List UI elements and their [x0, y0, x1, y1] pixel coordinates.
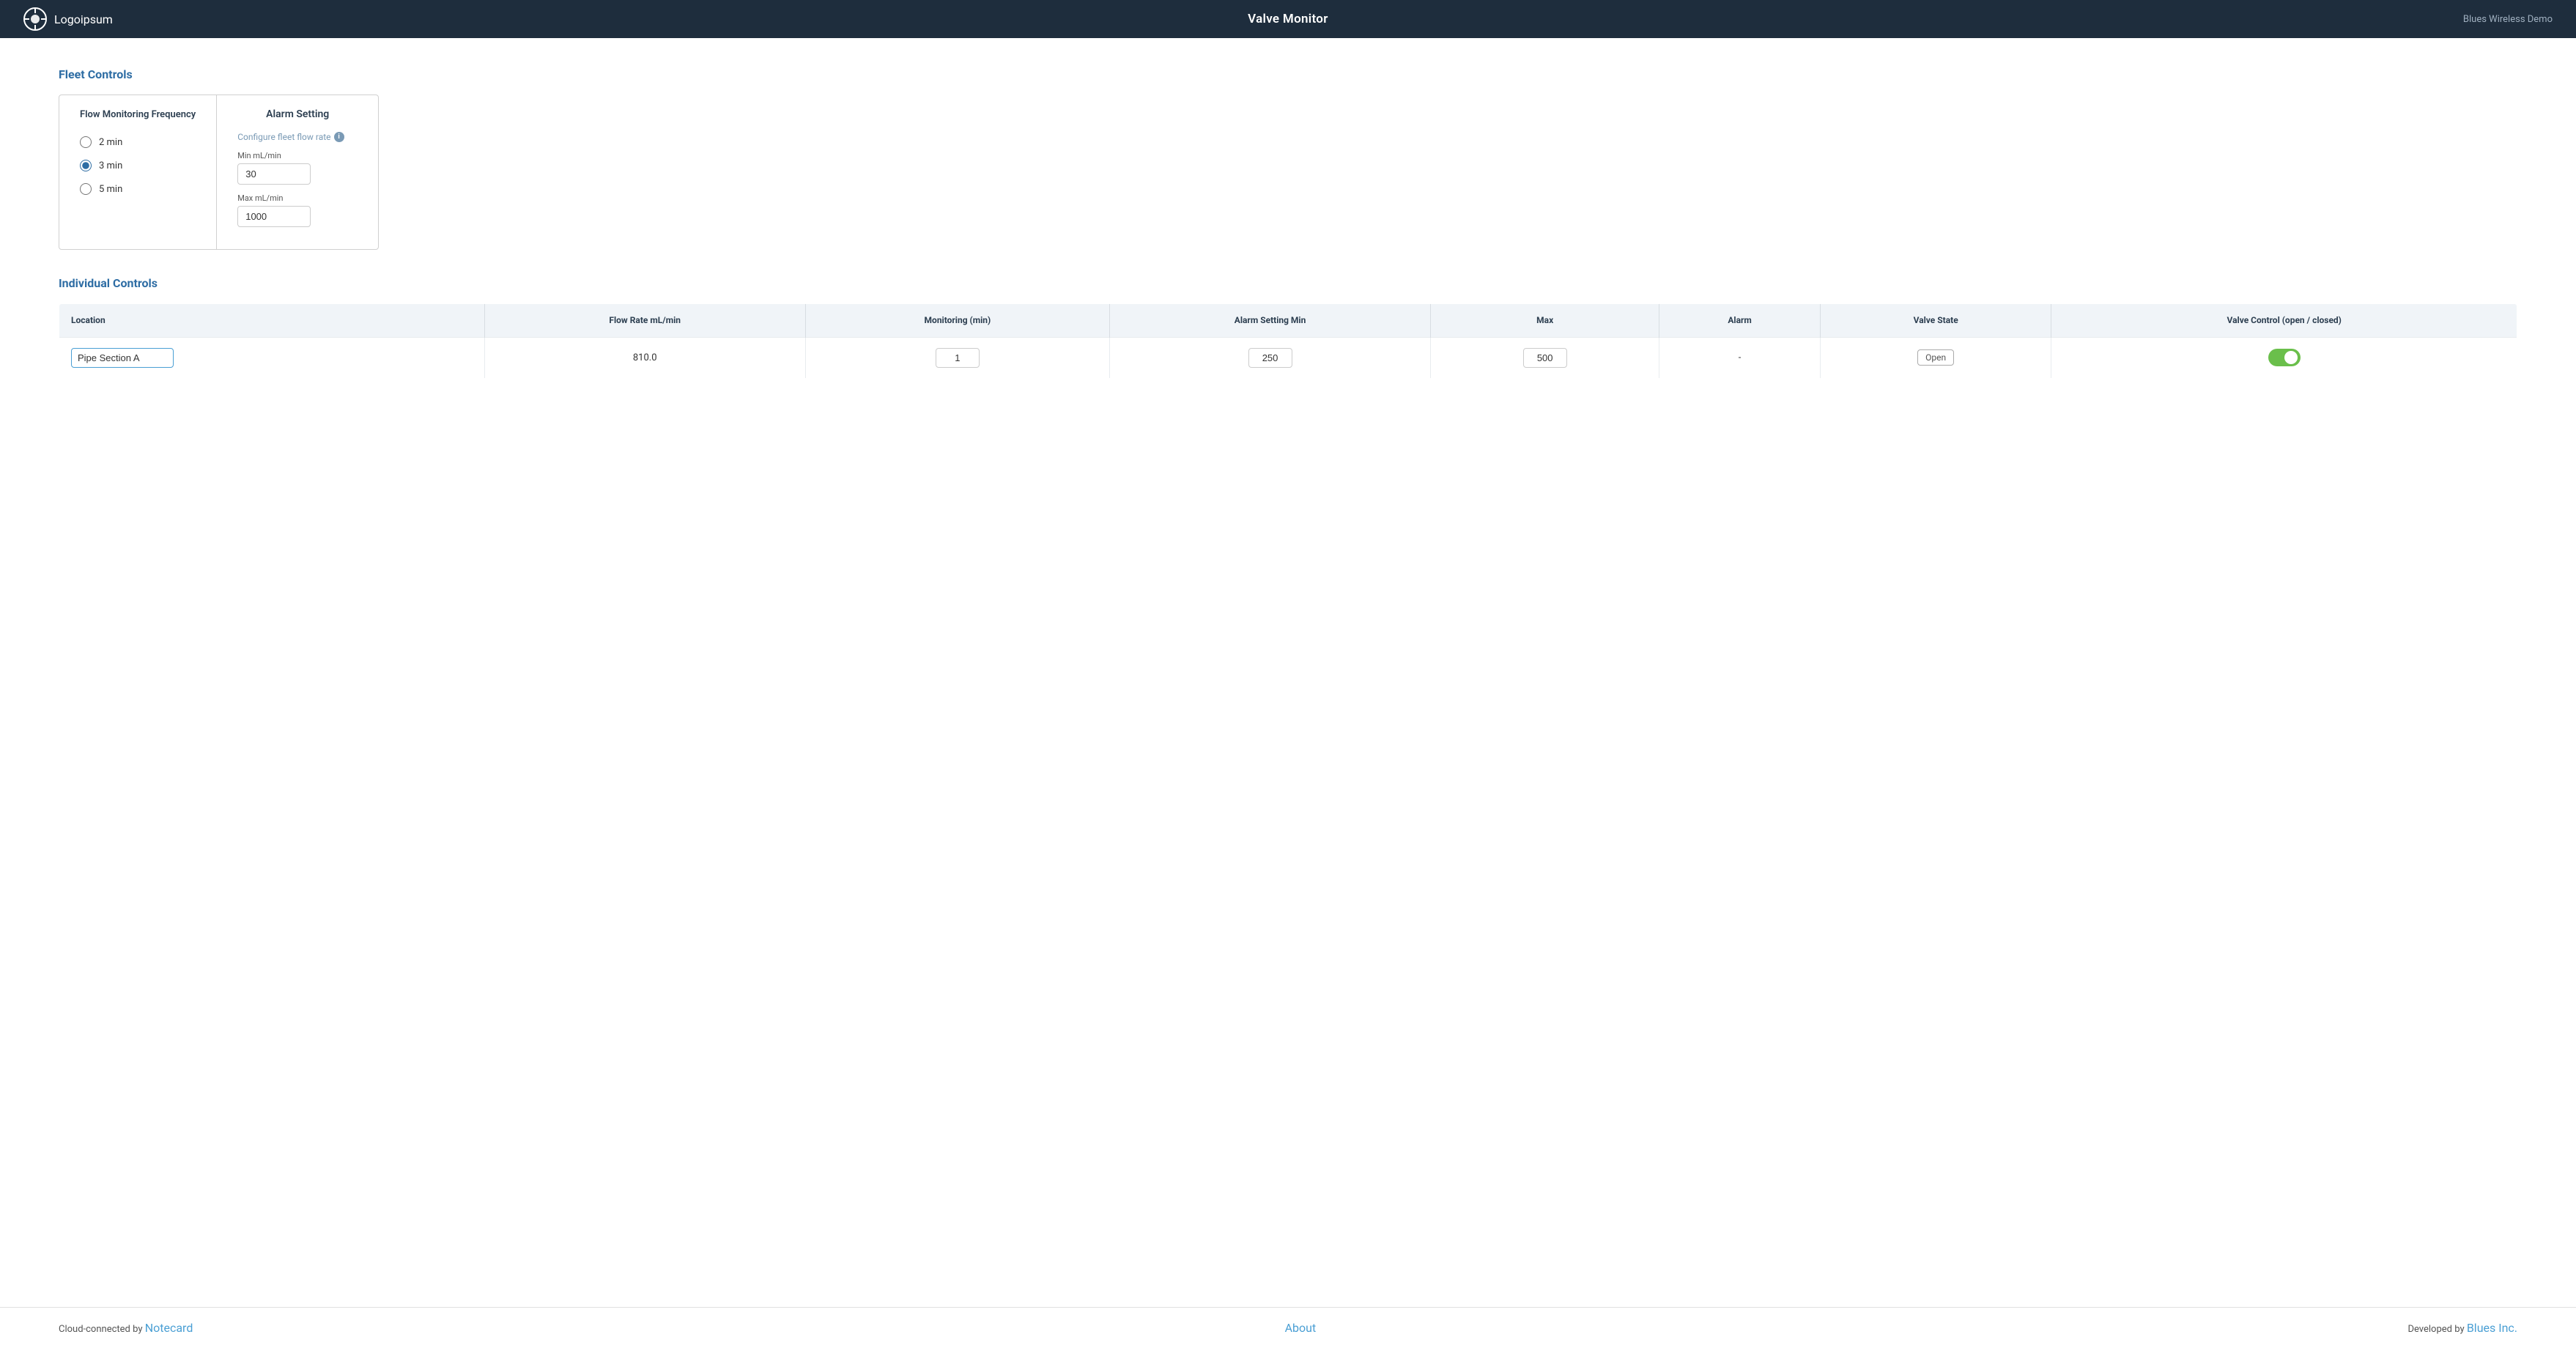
col-location: Location: [59, 304, 485, 338]
alarm-panel-title: Alarm Setting: [237, 108, 358, 120]
footer-about: About: [1285, 1321, 1317, 1335]
page-title: Valve Monitor: [1248, 12, 1328, 26]
page-footer: Cloud-connected by Notecard About Develo…: [0, 1307, 2576, 1348]
header-brand: Blues Wireless Demo: [2463, 14, 2553, 25]
frequency-label-5min: 5 min: [99, 184, 122, 195]
location-input[interactable]: [71, 348, 174, 368]
app-header: Logoipsum Valve Monitor Blues Wireless D…: [0, 0, 2576, 38]
cell-location: [59, 337, 485, 378]
alarm-max-input[interactable]: [1523, 348, 1567, 368]
col-valve-control: Valve Control (open / closed): [2051, 304, 2517, 338]
config-label: Configure fleet flow rate i: [237, 132, 358, 142]
fleet-controls-panel: Flow Monitoring Frequency 2 min 3 min 5 …: [59, 95, 379, 250]
notecard-link[interactable]: Notecard: [145, 1321, 193, 1335]
alarm-panel: Alarm Setting Configure fleet flow rate …: [217, 95, 378, 249]
frequency-radio-3min[interactable]: [80, 160, 92, 171]
logo-icon: [23, 7, 47, 31]
col-alarm-max: Max: [1431, 304, 1659, 338]
frequency-option-2min[interactable]: 2 min: [80, 136, 196, 148]
logo-text: Logoipsum: [54, 12, 113, 26]
frequency-radio-group: 2 min 3 min 5 min: [80, 136, 196, 195]
alarm-min-input[interactable]: [1248, 348, 1292, 368]
monitoring-input[interactable]: [936, 348, 980, 368]
frequency-panel-title: Flow Monitoring Frequency: [80, 108, 196, 122]
max-field-group: Max mL/min: [237, 193, 358, 227]
about-link[interactable]: About: [1285, 1321, 1317, 1335]
min-flow-input[interactable]: [237, 163, 311, 185]
frequency-radio-2min[interactable]: [80, 136, 92, 148]
frequency-option-3min[interactable]: 3 min: [80, 160, 196, 171]
table-header-row: Location Flow Rate mL/min Monitoring (mi…: [59, 304, 2517, 338]
logo-container: Logoipsum: [23, 7, 113, 31]
table-row: 810.0 - Open: [59, 337, 2517, 378]
individual-controls-title: Individual Controls: [59, 276, 2517, 290]
cell-monitoring: [805, 337, 1109, 378]
frequency-panel: Flow Monitoring Frequency 2 min 3 min 5 …: [59, 95, 217, 249]
min-field-label: Min mL/min: [237, 151, 358, 160]
frequency-label-3min: 3 min: [99, 160, 122, 171]
frequency-radio-5min[interactable]: [80, 183, 92, 195]
footer-cloud: Cloud-connected by Notecard: [59, 1321, 193, 1335]
table-header: Location Flow Rate mL/min Monitoring (mi…: [59, 304, 2517, 338]
frequency-option-5min[interactable]: 5 min: [80, 183, 196, 195]
max-field-label: Max mL/min: [237, 193, 358, 203]
valve-toggle[interactable]: [2268, 349, 2301, 366]
cell-alarm: -: [1659, 337, 1821, 378]
col-flow-rate: Flow Rate mL/min: [484, 304, 805, 338]
footer-developed-text: Developed by: [2407, 1324, 2466, 1335]
cell-valve-control: [2051, 337, 2517, 378]
info-icon: i: [334, 132, 344, 142]
blues-link[interactable]: Blues Inc.: [2467, 1321, 2517, 1335]
cell-valve-state: Open: [1820, 337, 2051, 378]
footer-cloud-text: Cloud-connected by: [59, 1324, 145, 1335]
controls-table: Location Flow Rate mL/min Monitoring (mi…: [59, 303, 2517, 379]
frequency-label-2min: 2 min: [99, 137, 122, 148]
cell-alarm-max: [1431, 337, 1659, 378]
fleet-controls-title: Fleet Controls: [59, 67, 2517, 81]
footer-developed: Developed by Blues Inc.: [2407, 1321, 2517, 1335]
col-alarm-min: Alarm Setting Min: [1109, 304, 1430, 338]
max-flow-input[interactable]: [237, 206, 311, 227]
col-monitoring: Monitoring (min): [805, 304, 1109, 338]
valve-state-badge: Open: [1917, 349, 1954, 366]
toggle-slider: [2268, 349, 2301, 366]
col-valve-state: Valve State: [1820, 304, 2051, 338]
table-body: 810.0 - Open: [59, 337, 2517, 378]
main-content: Fleet Controls Flow Monitoring Frequency…: [0, 38, 2576, 1307]
min-field-group: Min mL/min: [237, 151, 358, 185]
cell-flow-rate: 810.0: [484, 337, 805, 378]
individual-controls-section: Individual Controls Location Flow Rate m…: [59, 276, 2517, 379]
col-alarm: Alarm: [1659, 304, 1821, 338]
cell-alarm-min: [1109, 337, 1430, 378]
